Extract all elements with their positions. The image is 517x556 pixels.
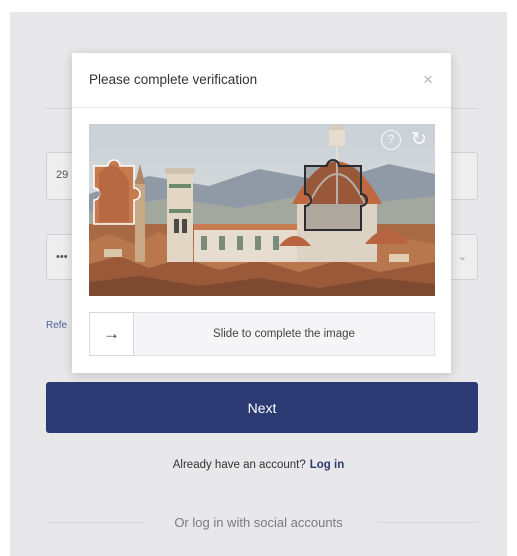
top-bar [0, 0, 517, 12]
account-prompt-text: Already have an account? [172, 459, 306, 471]
image-tools: ? ↻ [381, 130, 429, 150]
referral-link[interactable]: Refe [46, 320, 67, 331]
modal-title: Please complete verification [89, 72, 258, 87]
verification-modal: Please complete verification × ? ↻ → Sli… [72, 53, 451, 373]
help-icon[interactable]: ? [381, 130, 401, 150]
login-link[interactable]: Log in [310, 459, 345, 471]
password-field-value: ••• [56, 251, 68, 263]
close-icon[interactable]: × [423, 71, 433, 88]
refresh-icon[interactable]: ↻ [409, 130, 429, 150]
puzzle-image: ? ↻ [89, 124, 435, 296]
account-prompt: Already have an account? Log in [0, 459, 517, 471]
chevron-down-icon: ⌄ [457, 251, 467, 263]
slider-instruction: Slide to complete the image [213, 328, 355, 340]
arrow-right-icon[interactable]: → [89, 312, 134, 356]
next-button[interactable]: Next [46, 382, 478, 433]
phone-field-value: 29 [56, 169, 69, 181]
modal-divider [72, 107, 451, 108]
social-login-text: Or log in with social accounts [174, 515, 343, 530]
captcha-slider[interactable]: → Slide to complete the image [89, 312, 435, 356]
